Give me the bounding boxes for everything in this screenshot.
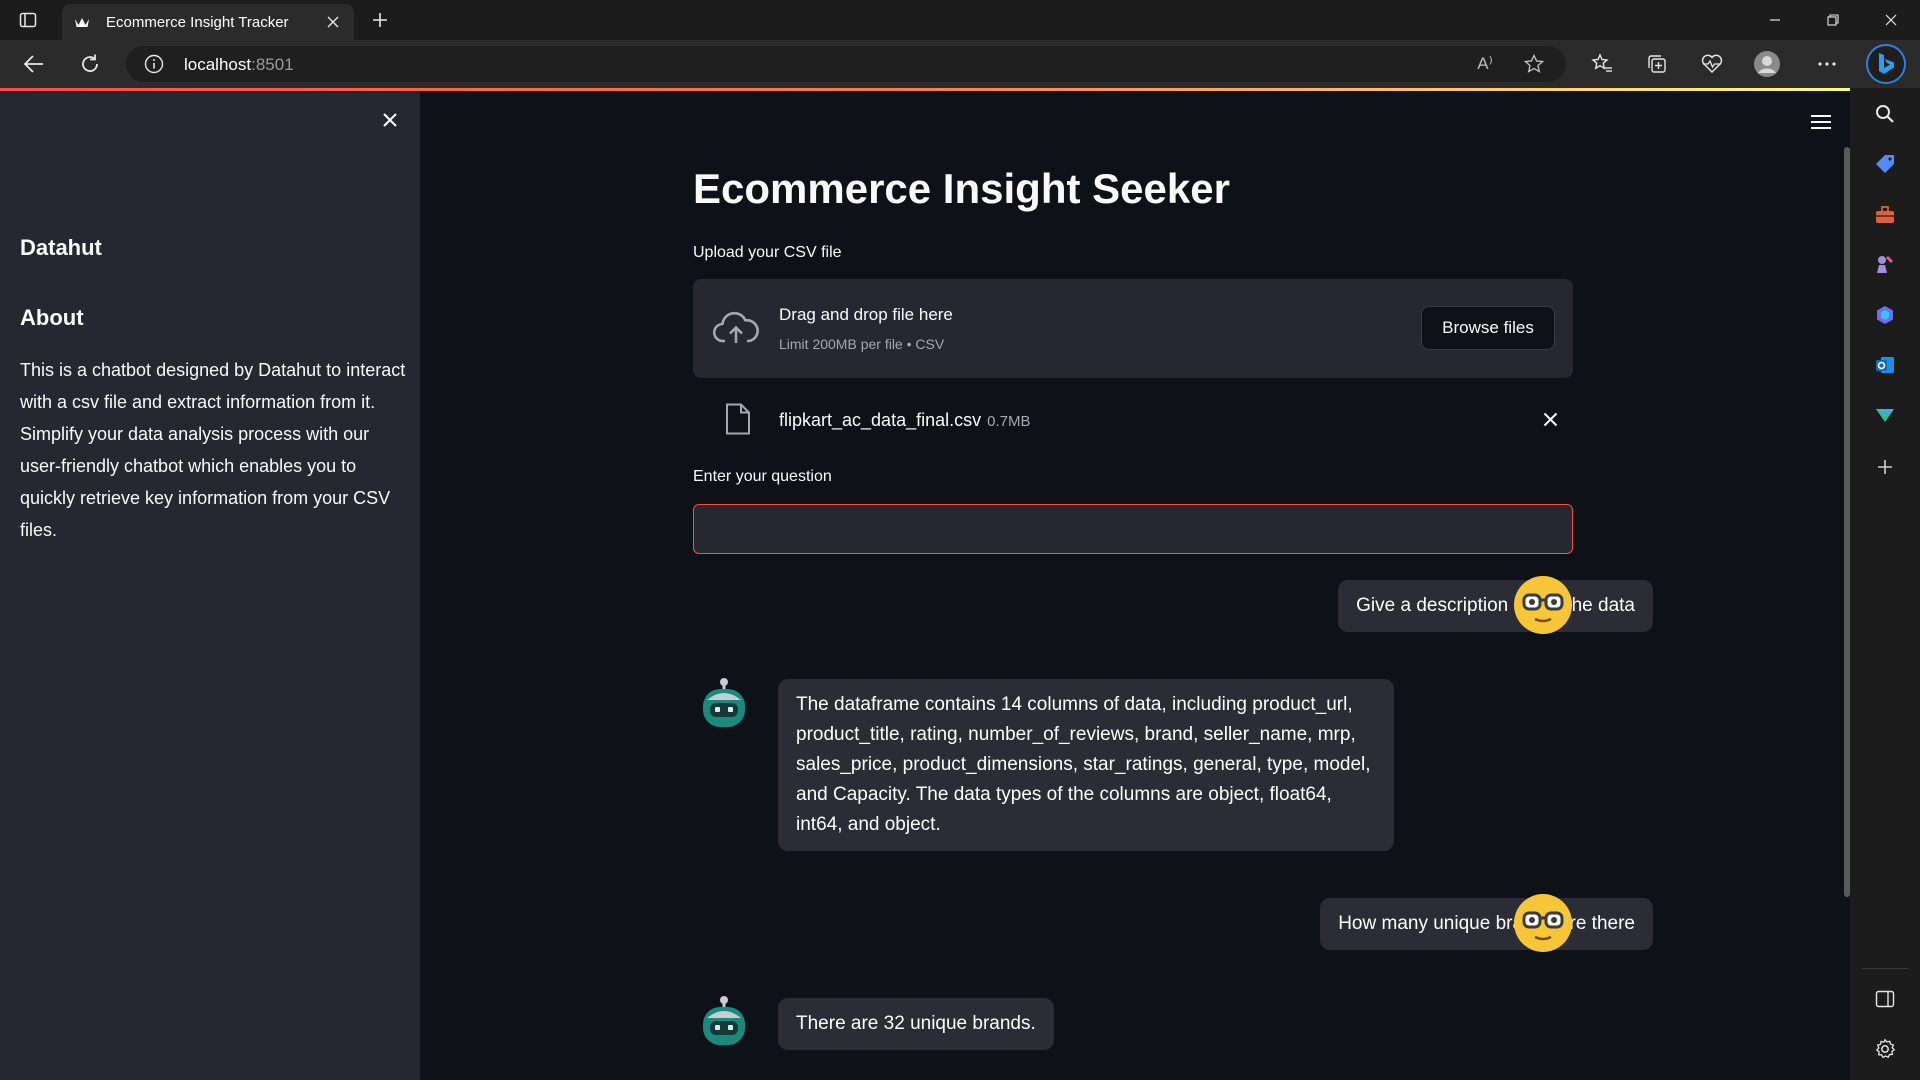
games-icon[interactable] xyxy=(1873,252,1897,276)
bot-message: There are 32 unique brands. xyxy=(778,998,1054,1050)
hamburger-icon[interactable] xyxy=(1810,113,1832,131)
url-text[interactable]: localhost:8501 xyxy=(184,55,294,75)
restore-button[interactable] xyxy=(1810,4,1856,36)
sidebar-divider xyxy=(1862,968,1908,969)
browser-tab-bar: Ecommerce Insight Tracker xyxy=(0,0,1920,40)
url-host: localhost xyxy=(184,55,252,74)
shopping-tag-icon[interactable] xyxy=(1873,152,1897,176)
minimize-button[interactable] xyxy=(1752,4,1798,36)
bot-message: The dataframe contains 14 columns of dat… xyxy=(778,679,1394,851)
window-close-button[interactable] xyxy=(1868,4,1914,36)
new-tab-button[interactable] xyxy=(368,8,392,32)
file-name: flipkart_ac_data_final.csv xyxy=(779,410,982,430)
add-sidebar-app-icon[interactable] xyxy=(1873,455,1897,479)
restore-icon xyxy=(1827,14,1839,26)
file-name-row: flipkart_ac_data_final.csv 0.7MB xyxy=(779,410,1030,431)
gear-icon[interactable] xyxy=(1873,1037,1897,1061)
bot-avatar xyxy=(698,994,750,1050)
back-button[interactable] xyxy=(18,50,50,78)
plus-icon xyxy=(373,13,387,27)
question-label: Enter your question xyxy=(693,468,832,485)
tab-actions-icon[interactable] xyxy=(16,8,40,32)
user-avatar xyxy=(1513,575,1573,635)
upload-label: Upload your CSV file xyxy=(693,244,842,261)
collections-icon[interactable] xyxy=(1641,50,1673,78)
file-dropzone[interactable]: Drag and drop file here Limit 200MB per … xyxy=(693,279,1573,378)
search-icon[interactable] xyxy=(1873,102,1897,126)
remove-file-icon[interactable] xyxy=(1539,408,1561,430)
hide-sidebar-icon[interactable] xyxy=(1873,987,1897,1011)
profile-icon[interactable] xyxy=(1751,50,1783,78)
main-content: Ecommerce Insight Seeker Upload your CSV… xyxy=(420,91,1850,1080)
minimize-icon xyxy=(1770,19,1780,21)
drop-icon[interactable] xyxy=(1873,403,1897,427)
tab-title: Ecommerce Insight Tracker xyxy=(106,14,289,31)
page-title: Ecommerce Insight Seeker xyxy=(693,165,1230,212)
outlook-icon[interactable] xyxy=(1873,353,1897,377)
tools-icon[interactable] xyxy=(1873,203,1897,227)
file-icon xyxy=(725,403,751,435)
scrollbar[interactable] xyxy=(1844,147,1850,897)
cloud-upload-icon xyxy=(713,311,759,345)
close-icon[interactable] xyxy=(378,108,402,132)
address-bar[interactable]: localhost:8501 A⁾ xyxy=(126,46,1566,82)
user-message: Give a description about the data xyxy=(1338,580,1653,632)
read-aloud-label: A⁾ xyxy=(1477,54,1493,73)
copilot-icon[interactable] xyxy=(1873,303,1897,327)
browser-tab[interactable]: Ecommerce Insight Tracker xyxy=(62,4,354,40)
back-arrow-icon xyxy=(23,55,43,73)
sidebar-title: Datahut xyxy=(20,235,102,260)
star-icon[interactable] xyxy=(1523,53,1545,75)
browser-sidebar xyxy=(1850,88,1920,1080)
about-text: This is a chatbot designed by Datahut to… xyxy=(20,360,406,540)
refresh-icon xyxy=(82,54,98,72)
about-heading: About xyxy=(20,305,84,330)
url-port: :8501 xyxy=(251,55,294,74)
refresh-button[interactable] xyxy=(74,50,106,78)
favorites-icon[interactable] xyxy=(1586,50,1618,78)
tab-close-icon[interactable] xyxy=(324,13,342,31)
more-icon[interactable] xyxy=(1811,50,1843,78)
uploaded-file: flipkart_ac_data_final.csv 0.7MB xyxy=(693,396,1573,446)
heart-pulse-icon[interactable] xyxy=(1696,50,1728,78)
browse-files-button[interactable]: Browse files xyxy=(1421,306,1555,350)
dropzone-text: Drag and drop file here xyxy=(779,305,953,324)
user-avatar xyxy=(1513,893,1573,953)
user-message: How many unique brands are there xyxy=(1320,898,1653,950)
dropzone-limit: Limit 200MB per file • CSV xyxy=(779,336,945,352)
close-icon xyxy=(1885,14,1897,26)
bing-icon[interactable] xyxy=(1866,44,1906,84)
info-icon[interactable] xyxy=(144,54,164,74)
read-aloud-icon[interactable]: A⁾ xyxy=(1474,53,1496,75)
browser-toolbar: localhost:8501 A⁾ xyxy=(0,40,1920,88)
question-input[interactable] xyxy=(693,504,1573,554)
file-size: 0.7MB xyxy=(987,413,1031,430)
streamlit-crown-icon xyxy=(74,14,90,30)
app-sidebar: Datahut About This is a chatbot designed… xyxy=(0,91,420,1080)
bot-avatar xyxy=(698,676,750,732)
